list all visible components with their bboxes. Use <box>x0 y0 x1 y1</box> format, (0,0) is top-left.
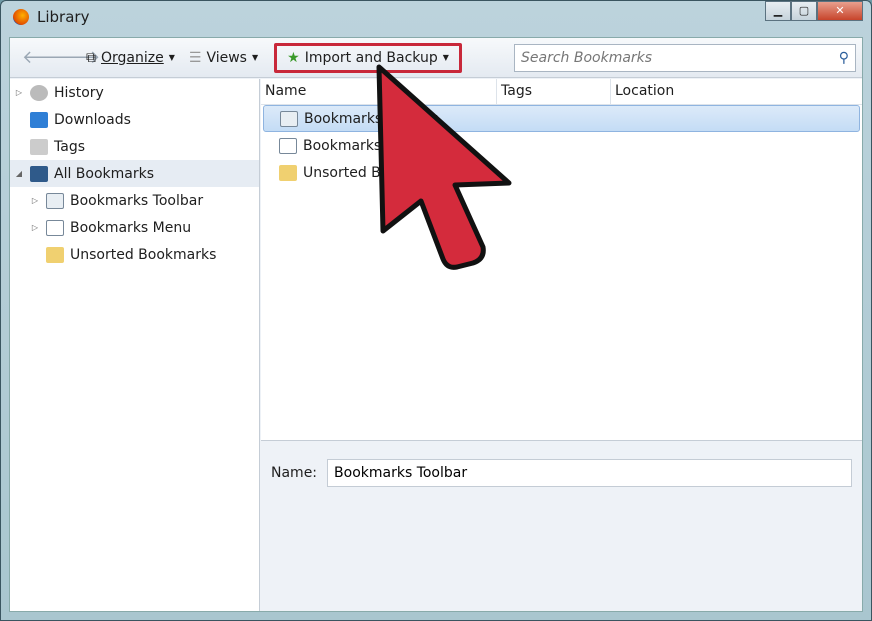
unsorted-icon <box>279 164 297 181</box>
column-headers: Name Tags Location <box>261 79 862 105</box>
star-icon <box>30 165 48 182</box>
expand-icon[interactable]: ▷ <box>30 223 40 232</box>
views-icon: ☰ <box>188 49 202 66</box>
list-item[interactable]: Bookmarks Menu <box>263 132 860 159</box>
sidebar-item-tags[interactable]: Tags <box>10 133 259 160</box>
firefox-icon <box>13 9 29 25</box>
expand-icon[interactable]: ▷ <box>30 196 40 205</box>
chevron-down-icon: ▼ <box>251 53 259 62</box>
pointer-arrow-annotation <box>376 64 512 270</box>
window-title: Library <box>37 8 90 26</box>
search-input[interactable]: Search Bookmarks ⚲ <box>514 44 856 72</box>
bookmark-list: Bookmarks Toolbar Bookmarks Menu Unsorte… <box>261 105 862 441</box>
menu-icon <box>279 137 297 154</box>
sidebar: ▷ History Downloads Tags ◢ All Bookmarks ▷… <box>10 79 260 611</box>
history-icon <box>30 84 48 101</box>
close-button[interactable]: ✕ <box>817 1 863 21</box>
title-bar: Library <box>13 8 89 26</box>
sidebar-item-bookmarks-menu[interactable]: ▷ Bookmarks Menu <box>10 214 259 241</box>
expand-icon[interactable]: ▷ <box>14 88 24 97</box>
forward-button[interactable]: 🡒 <box>52 47 100 68</box>
sidebar-item-bookmarks-toolbar[interactable]: ▷ Bookmarks Toolbar <box>10 187 259 214</box>
unsorted-icon <box>46 246 64 263</box>
details-pane: Name: <box>261 449 862 497</box>
chevron-down-icon: ▼ <box>442 53 449 62</box>
tag-icon <box>30 138 48 155</box>
list-item[interactable]: Unsorted Bookmarks <box>263 159 860 186</box>
download-icon <box>30 111 48 128</box>
maximize-button[interactable]: ▢ <box>791 1 817 21</box>
sidebar-item-downloads[interactable]: Downloads <box>10 106 259 133</box>
import-backup-icon: ★ <box>287 49 300 66</box>
list-item[interactable]: Bookmarks Toolbar <box>263 105 860 132</box>
organize-icon: ⧉ <box>86 49 96 66</box>
name-label: Name: <box>271 465 318 481</box>
minimize-button[interactable]: ▁ <box>765 1 791 21</box>
toolbar-icon <box>46 192 64 209</box>
chevron-down-icon: ▼ <box>168 53 175 62</box>
collapse-icon[interactable]: ◢ <box>14 169 24 178</box>
sidebar-item-history[interactable]: ▷ History <box>10 79 259 106</box>
organize-button[interactable]: ⧉ Organize ▼ <box>82 47 179 69</box>
column-header-location[interactable]: Location <box>611 79 862 104</box>
sidebar-item-unsorted-bookmarks[interactable]: Unsorted Bookmarks <box>10 241 259 268</box>
menu-icon <box>46 219 64 236</box>
toolbar-icon <box>280 110 298 127</box>
back-button[interactable]: 🡐 <box>22 47 70 68</box>
name-field[interactable] <box>327 459 852 487</box>
search-icon[interactable]: ⚲ <box>839 50 849 66</box>
sidebar-item-all-bookmarks[interactable]: ◢ All Bookmarks <box>10 160 259 187</box>
library-window: Library ▁ ▢ ✕ 🡐 🡒 ⧉ Organize ▼ ☰ Views ▼ ★ Im… <box>0 0 872 621</box>
views-button[interactable]: ☰ Views ▼ <box>185 47 262 69</box>
